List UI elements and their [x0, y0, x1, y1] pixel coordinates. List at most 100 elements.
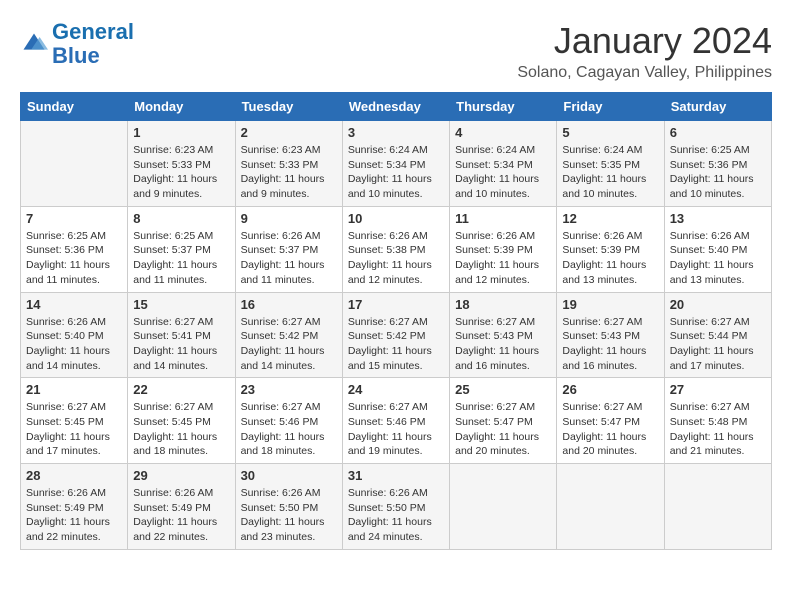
day-cell: 17Sunrise: 6:27 AM Sunset: 5:42 PM Dayli… [342, 292, 449, 378]
day-cell [21, 121, 128, 207]
day-number: 10 [348, 211, 444, 226]
day-cell: 30 Sunrise: 6:26 AM Sunset: 5:50 PM Dayli… [235, 464, 342, 550]
day-info: Sunrise: 6:27 AM Sunset: 5:47 PM Dayligh… [562, 400, 658, 459]
day-info: Sunrise: 6:26 AM Sunset: 5:38 PM Dayligh… [348, 229, 444, 288]
day-number: 5 [562, 125, 658, 140]
day-info: Sunrise: 6:26 AM Sunset: 5:37 PM Dayligh… [241, 229, 337, 288]
day-info: Sunrise: 6:26 AM Sunset: 5:40 PM Dayligh… [670, 229, 766, 288]
day-number: 6 [670, 125, 766, 140]
day-number: 18 [455, 297, 551, 312]
day-info: Sunrise: 6:26 AM Sunset: 5:39 PM Dayligh… [562, 229, 658, 288]
day-cell [664, 464, 771, 550]
day-info: Sunrise: 6:27 AM Sunset: 5:47 PM Dayligh… [455, 400, 551, 459]
day-number: 28 [26, 468, 122, 483]
day-number: 11 [455, 211, 551, 226]
day-cell: 4 Sunrise: 6:24 AM Sunset: 5:34 PM Daylig… [450, 121, 557, 207]
day-cell: 18Sunrise: 6:27 AM Sunset: 5:43 PM Dayli… [450, 292, 557, 378]
day-info: Sunrise: 6:26 AM Sunset: 5:50 PM Dayligh… [348, 486, 444, 545]
day-number: 27 [670, 382, 766, 397]
day-number: 4 [455, 125, 551, 140]
day-info: Sunrise: 6:27 AM Sunset: 5:45 PM Dayligh… [26, 400, 122, 459]
day-cell: 27 Sunrise: 6:27 AM Sunset: 5:48 PM Dayli… [664, 378, 771, 464]
day-number: 24 [348, 382, 444, 397]
day-cell: 9Sunrise: 6:26 AM Sunset: 5:37 PM Daylig… [235, 206, 342, 292]
header-row: Sunday Monday Tuesday Wednesday Thursday… [21, 93, 772, 121]
day-cell: 5 Sunrise: 6:24 AM Sunset: 5:35 PM Daylig… [557, 121, 664, 207]
day-cell [557, 464, 664, 550]
day-cell: 11 Sunrise: 6:26 AM Sunset: 5:39 PM Dayli… [450, 206, 557, 292]
logo-icon [20, 30, 48, 58]
day-info: Sunrise: 6:27 AM Sunset: 5:46 PM Dayligh… [241, 400, 337, 459]
day-cell: 25Sunrise: 6:27 AM Sunset: 5:47 PM Dayli… [450, 378, 557, 464]
day-number: 12 [562, 211, 658, 226]
day-info: Sunrise: 6:27 AM Sunset: 5:41 PM Dayligh… [133, 315, 229, 374]
logo-general: General [52, 19, 134, 44]
day-cell: 24 Sunrise: 6:27 AM Sunset: 5:46 PM Dayli… [342, 378, 449, 464]
day-info: Sunrise: 6:27 AM Sunset: 5:42 PM Dayligh… [241, 315, 337, 374]
day-cell: 7 Sunrise: 6:25 AM Sunset: 5:36 PM Daylig… [21, 206, 128, 292]
day-info: Sunrise: 6:27 AM Sunset: 5:42 PM Dayligh… [348, 315, 444, 374]
day-number: 31 [348, 468, 444, 483]
calendar-body: 1 Sunrise: 6:23 AM Sunset: 5:33 PM Daylig… [21, 121, 772, 550]
location: Solano, Cagayan Valley, Philippines [517, 64, 772, 82]
day-info: Sunrise: 6:27 AM Sunset: 5:46 PM Dayligh… [348, 400, 444, 459]
day-cell: 10 Sunrise: 6:26 AM Sunset: 5:38 PM Dayli… [342, 206, 449, 292]
day-info: Sunrise: 6:27 AM Sunset: 5:48 PM Dayligh… [670, 400, 766, 459]
day-cell: 3Sunrise: 6:24 AM Sunset: 5:34 PM Daylig… [342, 121, 449, 207]
week-row-2: 7 Sunrise: 6:25 AM Sunset: 5:36 PM Daylig… [21, 206, 772, 292]
week-row-5: 28 Sunrise: 6:26 AM Sunset: 5:49 PM Dayli… [21, 464, 772, 550]
day-cell: 12 Sunrise: 6:26 AM Sunset: 5:39 PM Dayli… [557, 206, 664, 292]
logo-text: General Blue [52, 20, 134, 68]
header-friday: Friday [557, 93, 664, 121]
day-info: Sunrise: 6:23 AM Sunset: 5:33 PM Dayligh… [241, 143, 337, 202]
month-title: January 2024 [517, 20, 772, 62]
day-number: 30 [241, 468, 337, 483]
calendar-table: Sunday Monday Tuesday Wednesday Thursday… [20, 92, 772, 550]
day-info: Sunrise: 6:24 AM Sunset: 5:34 PM Dayligh… [455, 143, 551, 202]
day-number: 13 [670, 211, 766, 226]
day-cell: 23 Sunrise: 6:27 AM Sunset: 5:46 PM Dayli… [235, 378, 342, 464]
logo: General Blue [20, 20, 134, 68]
day-number: 21 [26, 382, 122, 397]
day-info: Sunrise: 6:26 AM Sunset: 5:50 PM Dayligh… [241, 486, 337, 545]
header-thursday: Thursday [450, 93, 557, 121]
day-info: Sunrise: 6:26 AM Sunset: 5:40 PM Dayligh… [26, 315, 122, 374]
header-wednesday: Wednesday [342, 93, 449, 121]
day-cell: 6 Sunrise: 6:25 AM Sunset: 5:36 PM Daylig… [664, 121, 771, 207]
week-row-1: 1 Sunrise: 6:23 AM Sunset: 5:33 PM Daylig… [21, 121, 772, 207]
day-cell: 8Sunrise: 6:25 AM Sunset: 5:37 PM Daylig… [128, 206, 235, 292]
day-cell: 13 Sunrise: 6:26 AM Sunset: 5:40 PM Dayli… [664, 206, 771, 292]
day-info: Sunrise: 6:26 AM Sunset: 5:49 PM Dayligh… [26, 486, 122, 545]
day-number: 7 [26, 211, 122, 226]
day-cell: 14 Sunrise: 6:26 AM Sunset: 5:40 PM Dayli… [21, 292, 128, 378]
week-row-3: 14 Sunrise: 6:26 AM Sunset: 5:40 PM Dayli… [21, 292, 772, 378]
day-number: 22 [133, 382, 229, 397]
day-cell: 28 Sunrise: 6:26 AM Sunset: 5:49 PM Dayli… [21, 464, 128, 550]
title-block: January 2024 Solano, Cagayan Valley, Phi… [517, 20, 772, 82]
day-info: Sunrise: 6:25 AM Sunset: 5:36 PM Dayligh… [670, 143, 766, 202]
day-number: 8 [133, 211, 229, 226]
day-info: Sunrise: 6:24 AM Sunset: 5:35 PM Dayligh… [562, 143, 658, 202]
day-number: 23 [241, 382, 337, 397]
day-info: Sunrise: 6:27 AM Sunset: 5:44 PM Dayligh… [670, 315, 766, 374]
day-info: Sunrise: 6:25 AM Sunset: 5:36 PM Dayligh… [26, 229, 122, 288]
day-cell: 29Sunrise: 6:26 AM Sunset: 5:49 PM Dayli… [128, 464, 235, 550]
day-number: 16 [241, 297, 337, 312]
logo-blue: Blue [52, 44, 134, 68]
day-info: Sunrise: 6:27 AM Sunset: 5:43 PM Dayligh… [562, 315, 658, 374]
week-row-4: 21 Sunrise: 6:27 AM Sunset: 5:45 PM Dayli… [21, 378, 772, 464]
day-number: 14 [26, 297, 122, 312]
day-cell [450, 464, 557, 550]
header-monday: Monday [128, 93, 235, 121]
header-tuesday: Tuesday [235, 93, 342, 121]
header-sunday: Sunday [21, 93, 128, 121]
day-number: 20 [670, 297, 766, 312]
day-cell: 1Sunrise: 6:23 AM Sunset: 5:33 PM Daylig… [128, 121, 235, 207]
day-number: 2 [241, 125, 337, 140]
day-cell: 19Sunrise: 6:27 AM Sunset: 5:43 PM Dayli… [557, 292, 664, 378]
day-cell: 31 Sunrise: 6:26 AM Sunset: 5:50 PM Dayli… [342, 464, 449, 550]
day-cell: 26Sunrise: 6:27 AM Sunset: 5:47 PM Dayli… [557, 378, 664, 464]
day-info: Sunrise: 6:24 AM Sunset: 5:34 PM Dayligh… [348, 143, 444, 202]
day-info: Sunrise: 6:26 AM Sunset: 5:39 PM Dayligh… [455, 229, 551, 288]
day-number: 1 [133, 125, 229, 140]
